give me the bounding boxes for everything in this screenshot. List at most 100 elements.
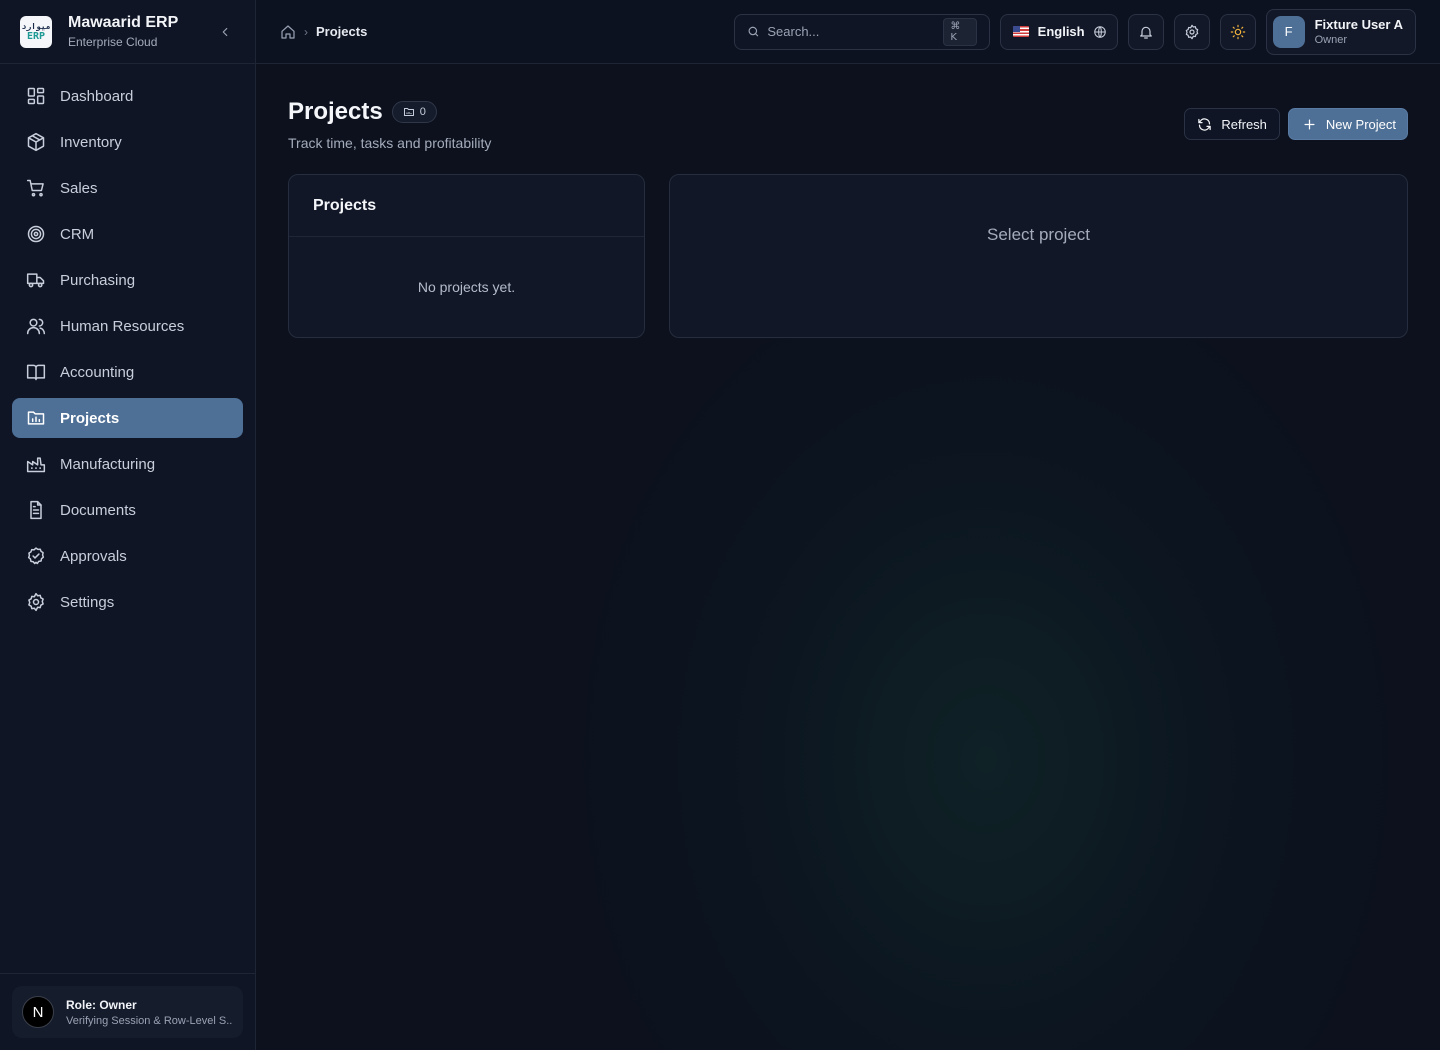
sidebar-item-projects[interactable]: Projects (12, 398, 243, 438)
language-selector[interactable]: English (999, 13, 1118, 50)
folder-chart-icon (27, 411, 45, 425)
search-input[interactable] (767, 24, 944, 39)
brand-header: ميوارد ERP Mawaarid ERP Enterprise Cloud (0, 0, 255, 64)
sidebar-item-crm[interactable]: CRM (12, 214, 243, 254)
sun-icon (1230, 24, 1245, 39)
sidebar-item-approvals[interactable]: Approvals (12, 536, 243, 576)
brand-name: Mawaarid ERP (68, 14, 179, 31)
projects-card-title: Projects (313, 196, 377, 214)
refresh-icon (1198, 117, 1212, 131)
sidebar-item-label: Dashboard (60, 87, 134, 105)
new-project-label: New Project (1325, 116, 1396, 132)
page-title: Projects (288, 98, 383, 125)
app-shell: ميوارد ERP Mawaarid ERP Enterprise Cloud… (0, 0, 1440, 1050)
sidebar-item-settings[interactable]: Settings (12, 582, 243, 622)
user-role: Owner (1314, 34, 1348, 46)
bell-icon (1139, 26, 1152, 39)
check-circle-icon (27, 547, 45, 565)
cards-row: Projects No projects yet. Select project (288, 174, 1408, 338)
page-header: Projects 0 Track time, tasks and profita… (288, 98, 1408, 174)
theme-toggle-button[interactable] (1219, 13, 1256, 50)
select-project-placeholder: Select project (987, 225, 1090, 244)
avatar: F (1272, 15, 1305, 48)
projects-card-header: Projects (289, 175, 644, 237)
new-project-button[interactable]: New Project (1287, 108, 1408, 140)
file-text-icon (30, 500, 42, 520)
language-label: English (1037, 24, 1085, 39)
sidebar-divider (0, 973, 255, 974)
sidebar-item-label: CRM (60, 225, 95, 243)
page-subtitle: Track time, tasks and profitability (288, 135, 492, 151)
brand-logo-top: ميوارد (21, 21, 51, 31)
role-avatar: N (22, 996, 54, 1028)
projects-list-card: Projects No projects yet. (288, 174, 645, 338)
project-detail-card: Select project (669, 174, 1408, 338)
sidebar-item-label: Manufacturing (60, 455, 156, 473)
refresh-label: Refresh (1221, 116, 1267, 132)
settings-button[interactable] (1173, 13, 1210, 50)
breadcrumb-separator: › (304, 24, 308, 39)
chevron-left-icon (222, 27, 228, 36)
sidebar-item-human-resources[interactable]: Human Resources (12, 306, 243, 346)
main-area: › Projects ⌘ K English (256, 0, 1440, 1050)
gear-icon (28, 592, 44, 612)
page-title-wrap: Projects 0 Track time, tasks and profita… (288, 98, 1184, 151)
sidebar-item-purchasing[interactable]: Purchasing (12, 260, 243, 300)
project-count-badge: 0 (391, 101, 437, 123)
sidebar-item-label: Accounting (60, 363, 135, 381)
sidebar-item-label: Approvals (60, 547, 127, 565)
user-text: Fixture User A Owner (1315, 17, 1403, 46)
role-text: Role: Owner Verifying Session & Row-Leve… (66, 998, 233, 1027)
brand-logo: ميوارد ERP (20, 15, 52, 48)
topbar: › Projects ⌘ K English (256, 0, 1440, 64)
factory-icon (26, 457, 46, 473)
sidebar-item-dashboard[interactable]: Dashboard (12, 76, 243, 116)
brand-subtitle: Enterprise Cloud (68, 35, 158, 49)
folder-icon (403, 108, 414, 116)
sidebar-item-label: Projects (60, 409, 120, 427)
package-icon (27, 132, 45, 152)
home-icon[interactable] (280, 24, 296, 40)
sidebar-item-label: Sales (60, 179, 98, 197)
notifications-button[interactable] (1127, 13, 1164, 50)
brand-text: Mawaarid ERP Enterprise Cloud (68, 14, 215, 49)
page-content: Projects 0 Track time, tasks and profita… (256, 64, 1440, 338)
sidebar-item-inventory[interactable]: Inventory (12, 122, 243, 162)
gear-icon (1185, 24, 1198, 39)
sidebar-item-manufacturing[interactable]: Manufacturing (12, 444, 243, 484)
user-name: Fixture User A (1314, 17, 1403, 32)
search-icon (748, 26, 758, 37)
brand-logo-bottom: ERP (26, 30, 46, 42)
grid-icon (27, 87, 45, 105)
breadcrumb: › Projects (280, 24, 734, 40)
title-row: Projects 0 (288, 98, 1184, 126)
users-icon (26, 318, 46, 335)
sidebar-item-label: Purchasing (60, 271, 136, 289)
page-actions: Refresh New Project (1184, 108, 1408, 140)
truck-icon (26, 273, 45, 288)
sidebar-item-label: Inventory (60, 133, 122, 151)
us-flag-icon (1012, 26, 1029, 37)
sidebar-item-label: Settings (60, 593, 115, 611)
projects-empty-state: No projects yet. (417, 279, 516, 295)
plus-icon (1304, 119, 1315, 129)
sidebar-item-sales[interactable]: Sales (12, 168, 243, 208)
target-icon (27, 225, 45, 243)
book-icon (26, 364, 46, 381)
user-menu[interactable]: F Fixture User A Owner (1265, 8, 1416, 55)
refresh-button[interactable]: Refresh (1184, 108, 1280, 140)
sidebar: ميوارد ERP Mawaarid ERP Enterprise Cloud… (0, 0, 256, 1050)
cart-icon (26, 179, 44, 197)
collapse-sidebar-button[interactable] (215, 22, 235, 42)
sidebar-nav: Dashboard Inventory Sales CRM Purchasing… (0, 64, 255, 640)
sidebar-item-documents[interactable]: Documents (12, 490, 243, 530)
sidebar-item-label: Documents (60, 501, 136, 519)
breadcrumb-current: Projects (316, 24, 368, 39)
role-card[interactable]: N Role: Owner Verifying Session & Row-Le… (12, 986, 243, 1038)
search-box[interactable]: ⌘ K (733, 13, 990, 50)
role-subtitle: Verifying Session & Row-Level S... (66, 1014, 233, 1027)
sidebar-item-accounting[interactable]: Accounting (12, 352, 243, 392)
project-count: 0 (419, 106, 426, 118)
globe-icon (1093, 25, 1106, 38)
sidebar-item-label: Human Resources (60, 317, 185, 335)
